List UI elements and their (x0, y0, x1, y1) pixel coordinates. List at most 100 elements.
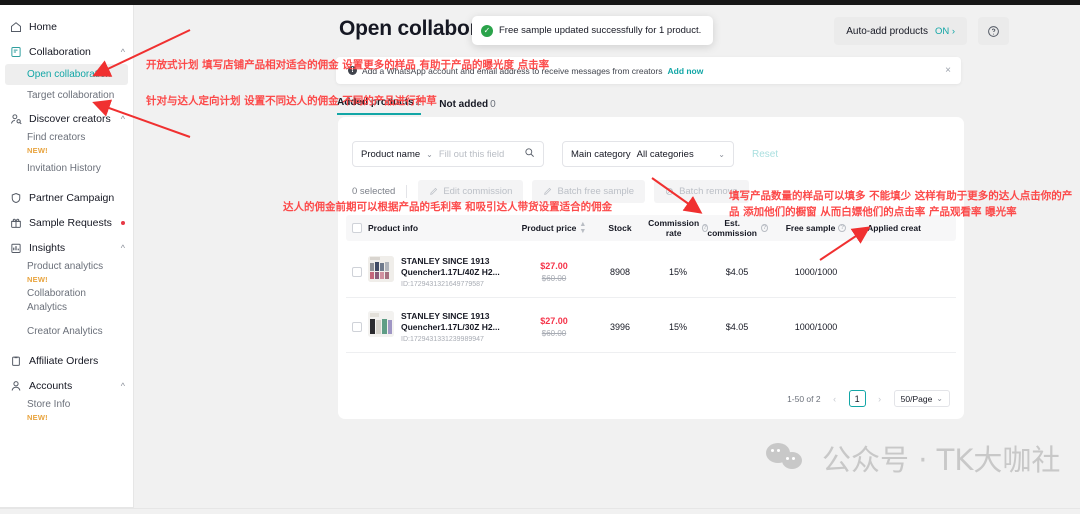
column-label: Applied creat (867, 223, 921, 233)
gift-icon (10, 217, 22, 229)
product-image (368, 255, 394, 282)
table-row[interactable]: STANLEY SINCE 1913 Quencher1.17L/40Z H2.… (346, 245, 956, 298)
table-row[interactable]: STANLEY SINCE 1913 Quencher1.17L/30Z H2.… (346, 300, 956, 353)
sidebar-item-label: Discover creators (29, 112, 111, 125)
insights-icon (10, 242, 22, 254)
main-content: Open collaborat ✓ Free sample updated su… (134, 5, 1080, 514)
sort-icon[interactable]: ▲ ▼ (579, 221, 586, 235)
free-sample-cell: 1000/1000 (794, 321, 838, 332)
ban-icon (666, 187, 674, 196)
new-badge: NEW! (27, 146, 48, 155)
edit-icon (430, 187, 438, 195)
banner-add-now-link[interactable]: Add now (667, 66, 703, 76)
clipboard-icon (10, 355, 22, 367)
edit-icon (544, 187, 552, 195)
sidebar-item-label: Collaboration (29, 45, 91, 58)
sidebar-item-store-info[interactable]: Store Info NEW! (0, 398, 133, 425)
tab-label: Not added (439, 99, 489, 110)
product-price: $27.00 (540, 315, 568, 326)
new-badge: NEW! (27, 413, 48, 422)
filter-bar: Product name ⌄ Fill out this field Main … (352, 141, 778, 167)
product-price-cell: $27.00 $60.00 (518, 261, 590, 283)
column-label: Stock (608, 223, 632, 233)
column-product-price[interactable]: Product price ▲ ▼ (518, 221, 590, 235)
reset-button[interactable]: Reset (752, 149, 778, 160)
products-card: Product name ⌄ Fill out this field Main … (338, 117, 964, 419)
help-button[interactable] (978, 17, 1009, 45)
est-commission-cell: $4.05 (725, 321, 749, 332)
sidebar-item-label: Invitation History (27, 162, 101, 174)
product-info-cell: STANLEY SINCE 1913 Quencher1.17L/30Z H2.… (368, 310, 518, 343)
chevron-down-icon[interactable]: ⌄ (426, 150, 433, 159)
chevron-down-icon: ⌄ (936, 394, 943, 403)
collaboration-icon (10, 46, 22, 58)
sidebar-item-collaboration-analytics[interactable]: Collaboration Analytics (0, 287, 133, 315)
chevron-up-icon[interactable]: ^ (121, 114, 125, 124)
select-all-checkbox[interactable] (352, 223, 362, 233)
sidebar-item-affiliate-orders[interactable]: Affiliate Orders (0, 348, 133, 373)
next-page-button[interactable]: › (873, 391, 887, 407)
close-icon[interactable]: × (945, 65, 951, 76)
free-sample-cell: 1000/1000 (794, 266, 838, 277)
chevron-down-icon[interactable]: ⌄ (718, 150, 725, 159)
annotation-free-sample: 填写产品数量的样品可以填多 不能填少 这样有助于更多的达人点击你的产品 添加他们… (729, 190, 1073, 218)
sidebar-item-label: Accounts (29, 379, 73, 392)
product-image (368, 310, 394, 337)
column-label: Product price (521, 223, 577, 233)
product-price-original: $60.00 (541, 273, 567, 283)
product-info-cell: STANLEY SINCE 1913 Quencher1.17L/40Z H2.… (368, 255, 518, 288)
search-input[interactable]: Fill out this field (439, 149, 504, 160)
sidebar-item-insights[interactable]: Insights ^ (0, 235, 133, 260)
sidebar-item-partner-campaign[interactable]: Partner Campaign (0, 185, 133, 210)
search-icon[interactable] (524, 147, 535, 161)
main-category-value: All categories (636, 148, 694, 160)
sidebar-item-sample-requests[interactable]: Sample Requests (0, 210, 133, 235)
sidebar: Home Collaboration ^ Open collaboration … (0, 5, 134, 508)
sidebar-item-home[interactable]: Home (0, 14, 133, 39)
column-label: Product info (368, 223, 419, 233)
sidebar-item-label: Affiliate Orders (29, 354, 99, 367)
row-checkbox[interactable] (352, 321, 362, 332)
chevron-up-icon[interactable]: ^ (121, 381, 125, 391)
sidebar-item-product-analytics[interactable]: Product analytics NEW! (0, 260, 133, 287)
product-name-filter[interactable]: Product name ⌄ Fill out this field (352, 141, 544, 167)
main-category-filter[interactable]: Main category All categories ⌄ (562, 141, 734, 167)
new-badge: NEW! (27, 275, 48, 284)
sidebar-item-label: Sample Requests (29, 216, 112, 229)
page-size-selector[interactable]: 50/Page ⌄ (893, 390, 950, 407)
sidebar-item-label: Open collaboration (27, 68, 111, 80)
sidebar-item-find-creators[interactable]: Find creators NEW! (0, 131, 133, 158)
column-stock: Stock (590, 223, 650, 233)
row-checkbox[interactable] (352, 266, 362, 277)
sidebar-item-label: Target collaboration (27, 89, 115, 101)
sidebar-item-discover-creators[interactable]: Discover creators ^ (0, 106, 133, 131)
page-size-label: 50/Page (900, 393, 933, 404)
prev-page-button[interactable]: ‹ (828, 391, 842, 407)
info-icon[interactable]: ? (761, 224, 768, 232)
sidebar-item-invitation-history[interactable]: Invitation History (0, 158, 133, 179)
sidebar-item-label: Insights (29, 241, 66, 254)
sidebar-item-collaboration[interactable]: Collaboration ^ (0, 39, 133, 64)
info-icon[interactable]: ? (838, 224, 847, 232)
annotation-target-plan: 针对与达人定向计划 设置不同达人的佣金 不同的产品进行种草 (146, 95, 437, 107)
home-icon (10, 21, 22, 33)
page-number-1[interactable]: 1 (848, 390, 866, 407)
tab-count: 0 (490, 99, 496, 110)
column-label: Est. commission (707, 218, 757, 238)
wechat-icon (766, 443, 808, 473)
main-category-label: Main category (571, 148, 631, 160)
help-icon (988, 25, 999, 37)
chevron-up-icon[interactable]: ^ (121, 243, 125, 253)
sidebar-item-open-collaboration[interactable]: Open collaboration (5, 64, 128, 85)
chevron-up-icon[interactable]: ^ (121, 47, 125, 57)
sidebar-item-accounts[interactable]: Accounts ^ (0, 373, 133, 398)
sidebar-item-label: Collaboration Analytics (27, 288, 86, 313)
auto-add-products-button[interactable]: Auto-add products ON › (834, 17, 967, 45)
sidebar-item-target-collaboration[interactable]: Target collaboration (0, 85, 133, 106)
auto-add-products-label: Auto-add products (846, 25, 928, 37)
sidebar-item-creator-analytics[interactable]: Creator Analytics (0, 321, 133, 342)
notification-dot (121, 220, 125, 225)
product-id: ID:1729431331239989947 (401, 335, 484, 343)
column-applied-creators: Applied creat (864, 223, 924, 233)
tab-not-added[interactable]: Not added 0 (439, 99, 495, 115)
